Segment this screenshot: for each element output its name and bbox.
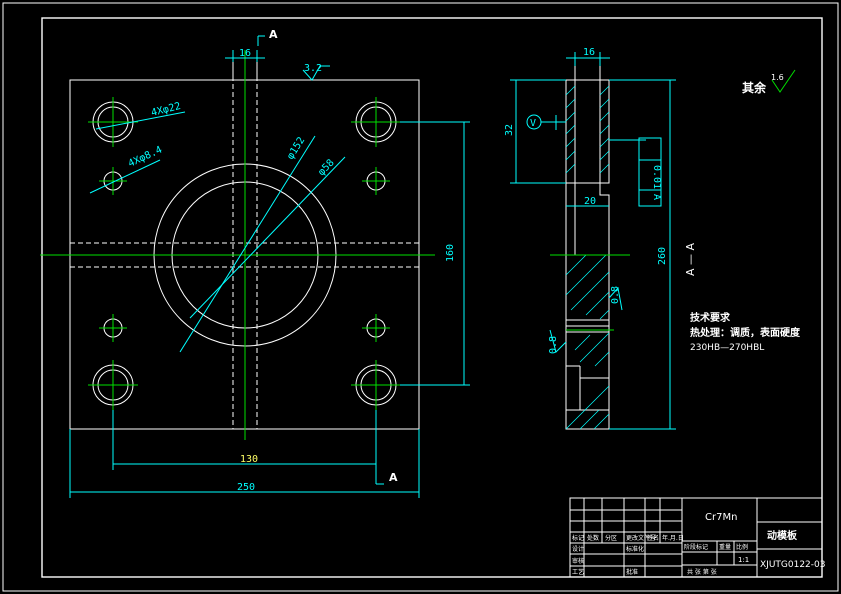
roughness-rest-value: 1.6 xyxy=(771,73,784,82)
drawing-number: XJUTG0122-03 xyxy=(760,560,825,570)
section-view-label: A — A xyxy=(684,242,697,276)
svg-text:标准化: 标准化 xyxy=(626,545,644,553)
roughness-rest: 其余 1.6 xyxy=(742,69,796,95)
svg-text:重量: 重量 xyxy=(719,543,731,551)
tech-line2: 230HB—270HBL xyxy=(690,343,764,353)
drawing-frame xyxy=(41,17,823,578)
svg-text:阶段标记: 阶段标记 xyxy=(684,543,708,551)
hatch-upper xyxy=(565,85,610,174)
dim-32: 32 xyxy=(504,124,515,136)
hole-large-callout: 4Xφ22 xyxy=(150,101,182,119)
dim-260: 260 xyxy=(657,247,668,265)
drawing-sheet: 16 A 3.2 4Xφ22 4Xφ8.4 φ152 φ58 160 130 2… xyxy=(2,2,839,592)
dim-20: 20 xyxy=(584,196,596,207)
hole-bottom-right xyxy=(351,360,401,410)
small-hole-bl xyxy=(99,314,127,342)
dim-250: 250 xyxy=(237,482,255,493)
roughness-rest-label: 其余 xyxy=(742,80,767,95)
material: Cr7Mn xyxy=(705,512,737,523)
small-hole-tl xyxy=(99,167,127,195)
title-block: 标记 处数 分区 更改文件号 签名 年.月.日 设计 标准化 审核 工艺 批准 … xyxy=(569,497,825,578)
tolerance-datum: A xyxy=(651,194,662,200)
hole-small-callout: 4Xφ8.4 xyxy=(127,144,164,169)
small-hole-tr xyxy=(362,167,390,195)
dim-160: 160 xyxy=(445,244,456,262)
front-view: 16 A 3.2 4Xφ22 4Xφ8.4 φ152 φ58 160 130 2… xyxy=(40,28,470,498)
tolerance-value: 0.01 xyxy=(651,165,662,189)
svg-text:年.月.日: 年.月.日 xyxy=(662,534,684,542)
datum-mark: V xyxy=(530,118,536,129)
outer-border xyxy=(2,2,839,592)
dim-slot-width: 16 xyxy=(239,48,251,59)
section-label-top: A xyxy=(269,28,278,41)
svg-text:分区: 分区 xyxy=(605,534,617,542)
hole-bottom-left xyxy=(88,360,138,410)
svg-text:处数: 处数 xyxy=(587,534,599,542)
part-name: 动模板 xyxy=(767,529,798,542)
dim-130: 130 xyxy=(240,454,258,465)
hatch-lower xyxy=(565,254,610,430)
svg-text:标记: 标记 xyxy=(572,534,584,542)
tech-title: 技术要求 xyxy=(690,311,731,324)
tech-requirements: 技术要求 热处理：调质，表面硬度 230HB—270HBL xyxy=(690,311,801,353)
dia-outer: φ152 xyxy=(285,135,307,161)
svg-text:共 张 第 张: 共 张 第 张 xyxy=(687,568,717,576)
svg-text:工艺: 工艺 xyxy=(572,568,584,576)
dim-right-width: 16 xyxy=(583,47,595,58)
dia-inner: φ58 xyxy=(316,157,336,178)
roughness-08a: 0.8 xyxy=(610,286,621,304)
svg-text:签名: 签名 xyxy=(647,534,659,542)
tech-line1: 热处理：调质，表面硬度 xyxy=(690,326,801,339)
hole-top-right xyxy=(351,97,401,147)
scale: 1:1 xyxy=(738,556,749,564)
small-hole-br xyxy=(362,314,390,342)
section-view: 16 32 20 260 V 0.01 A 0.8 0.8 A — A xyxy=(504,47,697,430)
roughness-08b: 0.8 xyxy=(548,336,559,354)
section-label-bottom: A xyxy=(389,471,398,484)
svg-text:设计: 设计 xyxy=(572,545,584,553)
svg-text:审核: 审核 xyxy=(572,557,584,565)
svg-text:比例: 比例 xyxy=(736,543,748,551)
svg-text:批准: 批准 xyxy=(626,568,638,576)
roughness-top: 3.2 xyxy=(304,63,322,74)
